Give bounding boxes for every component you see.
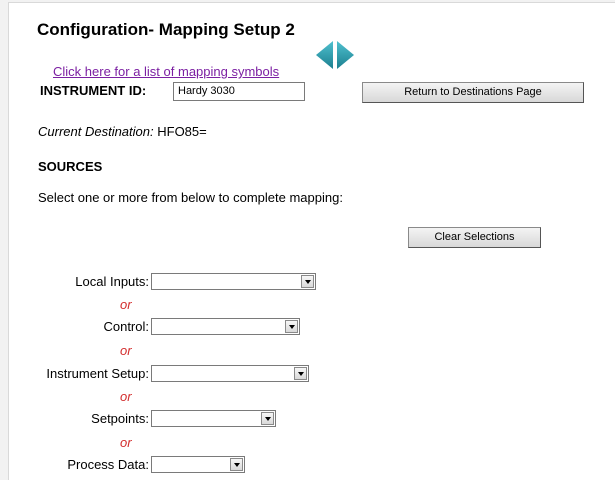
or-separator: or	[120, 297, 132, 312]
previous-arrow-icon[interactable]	[315, 40, 334, 70]
setpoints-label: Setpoints:	[91, 411, 149, 426]
sources-heading: SOURCES	[38, 159, 103, 174]
page-title: Configuration- Mapping Setup 2	[37, 20, 295, 39]
next-arrow-icon[interactable]	[336, 40, 355, 70]
chevron-down-icon[interactable]	[285, 320, 298, 333]
chevron-down-icon[interactable]	[261, 412, 274, 425]
current-destination-label: Current Destination:	[38, 124, 154, 139]
sources-instruction: Select one or more from below to complet…	[38, 190, 343, 205]
instrument-setup-select[interactable]	[151, 365, 309, 382]
return-to-destinations-button[interactable]: Return to Destinations Page	[362, 82, 584, 103]
instrument-setup-label: Instrument Setup:	[46, 366, 149, 381]
or-separator: or	[120, 343, 132, 358]
or-separator: or	[120, 389, 132, 404]
process-data-select[interactable]	[151, 456, 245, 473]
local-inputs-select[interactable]	[151, 273, 316, 290]
current-destination-value: HFO85=	[153, 124, 207, 139]
process-data-label: Process Data:	[67, 457, 149, 472]
chevron-down-icon[interactable]	[301, 275, 314, 288]
mapping-symbols-link[interactable]: Click here for a list of mapping symbols	[53, 64, 279, 79]
current-destination: Current Destination: HFO85=	[38, 124, 207, 139]
clear-selections-button[interactable]: Clear Selections	[408, 227, 541, 248]
control-label: Control:	[103, 319, 149, 334]
control-select[interactable]	[151, 318, 300, 335]
or-separator: or	[120, 435, 132, 450]
chevron-down-icon[interactable]	[294, 367, 307, 380]
chevron-down-icon[interactable]	[230, 458, 243, 471]
instrument-id-label: INSTRUMENT ID:	[40, 83, 147, 98]
instrument-id-input[interactable]: Hardy 3030	[173, 82, 305, 101]
setpoints-select[interactable]	[151, 410, 276, 427]
local-inputs-label: Local Inputs:	[75, 274, 149, 289]
